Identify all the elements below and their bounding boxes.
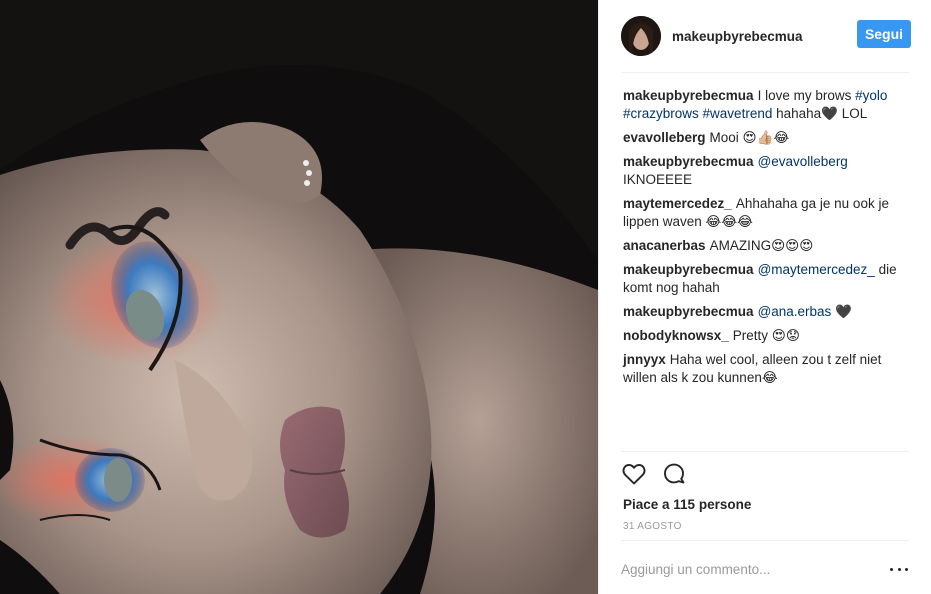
comment-text: 🖤: [831, 304, 852, 319]
comment-item: jnnyyx Haha wel cool, alleen zou t zelf n…: [623, 351, 907, 387]
speech-bubble-icon: [664, 463, 685, 484]
comment-username[interactable]: makeupbyrebecmua: [623, 154, 754, 169]
comments-divider: [621, 451, 909, 452]
input-divider: [621, 540, 909, 541]
post-date[interactable]: 31 agosto: [623, 521, 682, 532]
comment-username[interactable]: anacanerbas: [623, 238, 706, 253]
comment-item: nobodyknowsx_ Pretty 😍😟: [623, 327, 907, 345]
comment-text: Pretty 😍😟: [732, 328, 800, 343]
comment-text: Mooi 😍👍🏼😂: [709, 130, 790, 145]
ellipsis-icon: [890, 567, 908, 571]
portrait-image: [0, 0, 598, 594]
instagram-post: makeupbyrebecmua Segui makeupbyrebecmua I…: [0, 0, 931, 594]
like-button[interactable]: [621, 461, 647, 487]
comment-username[interactable]: makeupbyrebecmua: [623, 262, 754, 277]
avatar-image: [621, 16, 661, 56]
comment-item: anacanerbas AMAZING😍😍😍: [623, 237, 907, 255]
comment-text: AMAZING😍😍😍: [709, 238, 814, 253]
comment-text: I love my brows: [757, 88, 856, 103]
mention-link[interactable]: @ana.erbas: [758, 304, 832, 319]
mention-link[interactable]: @evavolleberg: [758, 154, 848, 169]
more-options-button[interactable]: [890, 563, 908, 575]
comment-username[interactable]: maytemercedez_: [623, 196, 732, 211]
post-photo[interactable]: [0, 0, 598, 594]
mention-link[interactable]: @maytemercedez_: [758, 262, 875, 277]
comment-list: makeupbyrebecmua I love my brows #yolo #c…: [623, 87, 907, 393]
post-sidebar: makeupbyrebecmua Segui makeupbyrebecmua I…: [598, 0, 931, 594]
comment-username[interactable]: nobodyknowsx_: [623, 328, 729, 343]
comment-item: makeupbyrebecmua I love my brows #yolo #c…: [623, 87, 907, 123]
header-divider: [621, 72, 909, 73]
comment-username[interactable]: makeupbyrebecmua: [623, 88, 754, 103]
avatar[interactable]: [621, 16, 661, 56]
likes-count[interactable]: Piace a 115 persone: [623, 497, 751, 512]
post-header: makeupbyrebecmua Segui: [621, 14, 911, 58]
comment-item: makeupbyrebecmua @maytemercedez_ die komt…: [623, 261, 907, 297]
comment-button[interactable]: [661, 461, 687, 487]
comment-username[interactable]: evavolleberg: [623, 130, 706, 145]
comment-item: makeupbyrebecmua @evavolleberg IKNOEEEE: [623, 153, 907, 189]
hashtag-link[interactable]: #yolo: [855, 88, 887, 103]
comment-item: evavolleberg Mooi 😍👍🏼😂: [623, 129, 907, 147]
heart-outline-icon: [622, 464, 646, 485]
comment-item: maytemercedez_ Ahhahaha ga je nu ook je l…: [623, 195, 907, 231]
action-bar: [621, 460, 701, 488]
post-author-username[interactable]: makeupbyrebecmua: [672, 29, 803, 44]
comment-username[interactable]: makeupbyrebecmua: [623, 304, 754, 319]
comment-item: makeupbyrebecmua @ana.erbas 🖤: [623, 303, 907, 321]
hashtag-link[interactable]: #crazybrows: [623, 106, 699, 121]
comment-text: hahaha🖤 LOL: [772, 106, 868, 121]
comment-text: IKNOEEEE: [623, 172, 693, 187]
hashtag-link[interactable]: #wavetrend: [703, 106, 773, 121]
follow-button[interactable]: Segui: [857, 20, 911, 48]
comment-username[interactable]: jnnyyx: [623, 352, 666, 367]
add-comment-input[interactable]: [621, 558, 881, 580]
